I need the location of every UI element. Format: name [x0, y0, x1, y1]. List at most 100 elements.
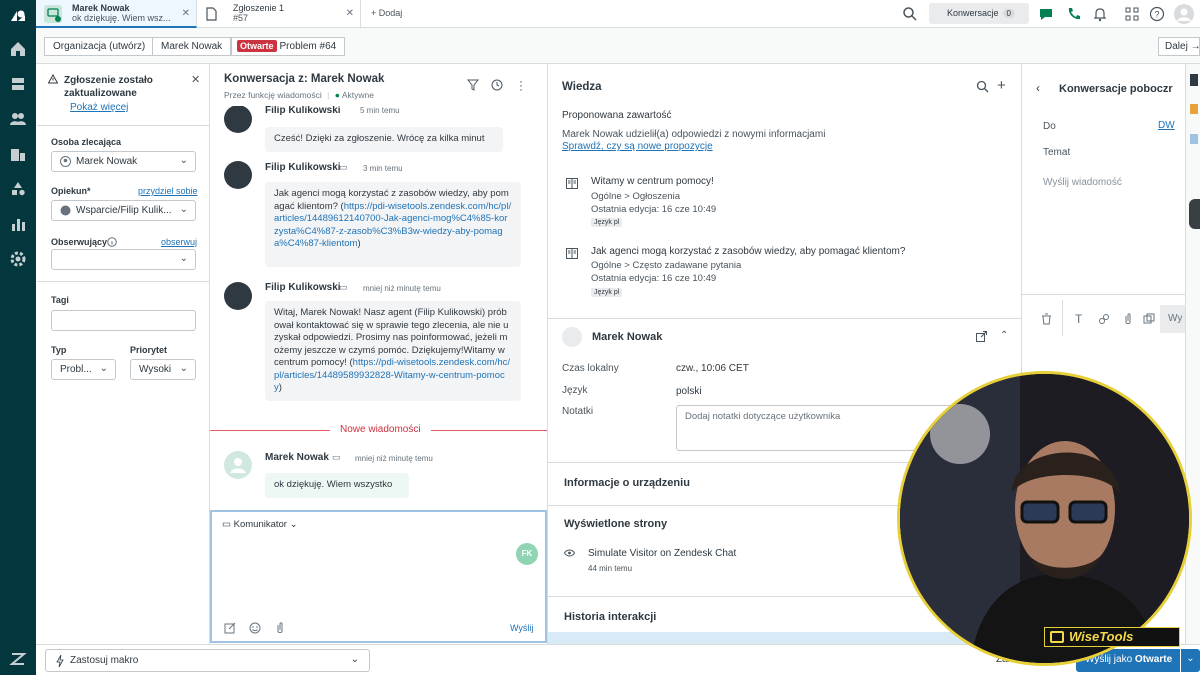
conversations-button[interactable]: Konwersacje 0	[929, 3, 1029, 24]
app-icon[interactable]	[1190, 134, 1198, 144]
submit-status: Otwarte	[1134, 654, 1173, 665]
show-more-link[interactable]: Pokaż więcej	[70, 102, 128, 113]
trash-icon[interactable]	[1041, 313, 1052, 325]
copy-icon[interactable]	[1143, 313, 1155, 325]
divider	[1062, 300, 1063, 336]
message-author: Filip Kulikowski	[265, 162, 341, 173]
type-label: Typ	[51, 345, 67, 355]
customer-name[interactable]: Marek Nowak	[592, 331, 662, 343]
app-icon[interactable]	[1189, 199, 1200, 229]
chat-bubble-icon: ▭	[339, 162, 348, 172]
apply-macro-select[interactable]: Zastosuj makro ⌄	[45, 649, 370, 672]
requester-field[interactable]: Marek Nowak ⌄	[51, 151, 196, 172]
tags-input[interactable]	[51, 310, 196, 331]
channel-switcher[interactable]: ▭ Komunikator ⌄	[222, 519, 298, 530]
views-icon[interactable]	[9, 75, 27, 93]
breadcrumb-ticket[interactable]: Otwarte Problem #64	[231, 37, 346, 56]
main-nav	[0, 0, 36, 675]
divider	[37, 125, 209, 126]
divider	[548, 318, 1022, 319]
send-button[interactable]: Wy	[1160, 305, 1185, 333]
add-icon[interactable]: +	[997, 77, 1006, 94]
macro-label: Zastosuj makro	[70, 655, 139, 666]
agent-avatar	[224, 282, 252, 310]
message-time: mniej niż minutę temu	[355, 454, 433, 463]
article-title[interactable]: Witamy w centrum pomocy!	[591, 176, 714, 187]
agent-avatar-icon	[60, 205, 71, 216]
back-chevron-icon[interactable]: ‹	[1036, 81, 1040, 95]
message-composer[interactable]: ▭ Komunikator ⌄ FK Wyślij	[210, 510, 547, 643]
history-title[interactable]: Historia interakcji	[564, 611, 656, 623]
formatting-icon[interactable]	[224, 622, 236, 634]
settings-gear-icon[interactable]	[9, 250, 27, 268]
followers-field[interactable]: ⌄	[51, 249, 196, 270]
open-external-icon[interactable]	[976, 331, 987, 342]
next-button[interactable]: Dalej →	[1158, 37, 1200, 56]
assignee-field[interactable]: Wsparcie/Filip Kulik... ⌄	[51, 200, 196, 221]
tab-ticket-57[interactable]: Zgłoszenie 1 #57 ✕	[197, 0, 361, 28]
customers-icon[interactable]	[9, 110, 27, 128]
device-info-title[interactable]: Informacje o urządzeniu	[564, 477, 690, 489]
apps-grid-icon[interactable]	[1124, 6, 1140, 22]
app-icon[interactable]	[1190, 104, 1198, 114]
update-notice: Zgłoszenie zostało zaktualizowane Pokaż …	[37, 64, 209, 125]
send-button[interactable]: Wyślij	[510, 623, 533, 633]
organizations-icon[interactable]	[9, 145, 27, 163]
to-label: Do	[1043, 121, 1056, 132]
pages-title[interactable]: Wyświetlone strony	[564, 518, 667, 530]
user-avatar-icon[interactable]	[1174, 4, 1194, 24]
cc-link[interactable]: DW	[1158, 120, 1175, 131]
phone-icon[interactable]	[1066, 6, 1082, 22]
submit-options-chevron-icon[interactable]: ⌄	[1181, 649, 1200, 672]
home-icon[interactable]	[9, 40, 27, 58]
assignee-label: Opiekun*	[51, 186, 91, 196]
knowledge-title: Wiedza	[562, 81, 602, 93]
divider	[37, 281, 209, 282]
message-input[interactable]: Wyślij wiadomość	[1043, 177, 1122, 188]
filter-icon[interactable]	[467, 79, 479, 91]
search-icon[interactable]	[976, 80, 989, 93]
follow-link[interactable]: obserwuj	[161, 237, 197, 247]
article-title[interactable]: Jak agenci mogą korzystać z zasobów wied…	[591, 246, 905, 257]
add-tab-button[interactable]: + Dodaj	[371, 8, 402, 18]
assign-to-me-link[interactable]: przydziel sobie	[138, 186, 198, 196]
suggested-label: Proponowana zawartość	[562, 110, 672, 121]
attachment-icon[interactable]	[1123, 313, 1133, 325]
lightning-icon	[56, 655, 64, 667]
app-icon[interactable]	[1190, 74, 1198, 86]
link-icon[interactable]	[1098, 313, 1110, 325]
admin-shapes-icon[interactable]	[9, 180, 27, 198]
next-label: Dalej	[1165, 41, 1188, 52]
chat-bubble-icon: ▭	[339, 282, 348, 292]
logo-mark-icon	[1050, 631, 1064, 643]
close-tab-icon[interactable]: ✕	[182, 8, 190, 19]
check-suggestions-link[interactable]: Sprawdź, czy są nowe propozycje	[562, 141, 713, 152]
tab-conversation-marek[interactable]: Marek Nowak ok dziękuję. Wiem wsz... ✕	[36, 0, 197, 28]
tab-title: Marek Nowak	[72, 3, 130, 13]
search-icon[interactable]	[902, 6, 918, 22]
zendesk-products-icon[interactable]	[9, 650, 27, 668]
attachment-icon[interactable]	[274, 622, 286, 634]
close-notice-icon[interactable]: ✕	[191, 73, 200, 86]
breadcrumb-user[interactable]: Marek Nowak	[152, 37, 232, 56]
message-author: Filip Kulikowski	[265, 282, 341, 293]
collapse-chevron-icon[interactable]: ⌃	[1000, 330, 1008, 341]
breadcrumb-organization[interactable]: Organizacja (utwórz)	[44, 37, 155, 56]
chevron-down-icon: ⌄	[350, 654, 359, 665]
text-format-icon[interactable]: T	[1075, 312, 1082, 326]
tab-subtitle: ok dziękuję. Wiem wsz...	[72, 13, 171, 23]
chat-status-icon[interactable]	[1038, 6, 1054, 22]
history-icon[interactable]	[491, 79, 503, 91]
help-icon[interactable]: ?	[1149, 6, 1165, 22]
info-icon[interactable]	[107, 237, 117, 247]
visited-page[interactable]: Simulate Visitor on Zendesk Chat	[588, 548, 736, 559]
emoji-icon[interactable]	[249, 622, 261, 634]
more-options-icon[interactable]: · · ·	[519, 75, 523, 95]
type-select[interactable]: Probl... ⌄	[51, 359, 116, 380]
reporting-icon[interactable]	[9, 215, 27, 233]
priority-select[interactable]: Wysoki ⌄	[130, 359, 196, 380]
close-tab-icon[interactable]: ✕	[346, 8, 354, 19]
notifications-bell-icon[interactable]	[1092, 6, 1108, 22]
zendesk-logo-icon[interactable]	[9, 7, 27, 25]
chat-bubble-icon: ▭	[222, 519, 231, 530]
